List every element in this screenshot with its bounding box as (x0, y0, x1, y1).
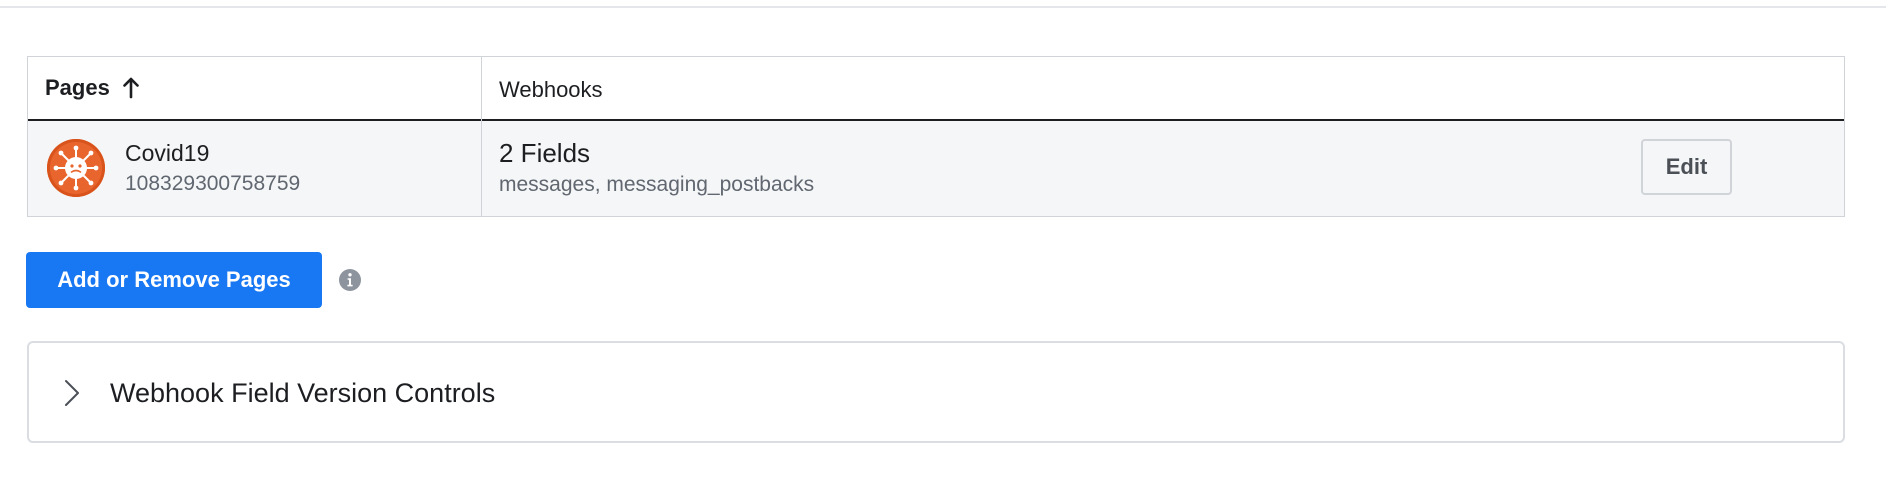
webhook-field-version-controls[interactable]: Webhook Field Version Controls (27, 341, 1845, 443)
page-name: Covid19 (125, 140, 210, 166)
pages-column-header[interactable]: Pages (45, 75, 140, 101)
add-or-remove-pages-button[interactable]: Add or Remove Pages (26, 252, 322, 308)
version-controls-title: Webhook Field Version Controls (110, 378, 496, 408)
info-icon[interactable] (338, 268, 362, 292)
pages-table: Pages Webhooks Covid19 108329300758759 2… (27, 56, 1845, 217)
webhooks-column-header: Webhooks (499, 77, 603, 102)
fields-count: 2 Fields (499, 138, 591, 168)
fields-list: messages, messaging_postbacks (499, 173, 815, 196)
top-divider (0, 6, 1886, 8)
table-row: Covid19 108329300758759 2 Fields message… (28, 121, 1844, 216)
virus-icon (53, 145, 99, 191)
arrow-up-icon (122, 77, 140, 99)
avatar[interactable] (47, 139, 105, 197)
column-divider (481, 57, 482, 216)
chevron-right-icon (63, 378, 81, 408)
pages-header-label: Pages (45, 75, 110, 100)
edit-button[interactable]: Edit (1641, 139, 1732, 195)
page-id: 108329300758759 (125, 172, 301, 195)
table-header: Pages Webhooks (28, 57, 1844, 121)
